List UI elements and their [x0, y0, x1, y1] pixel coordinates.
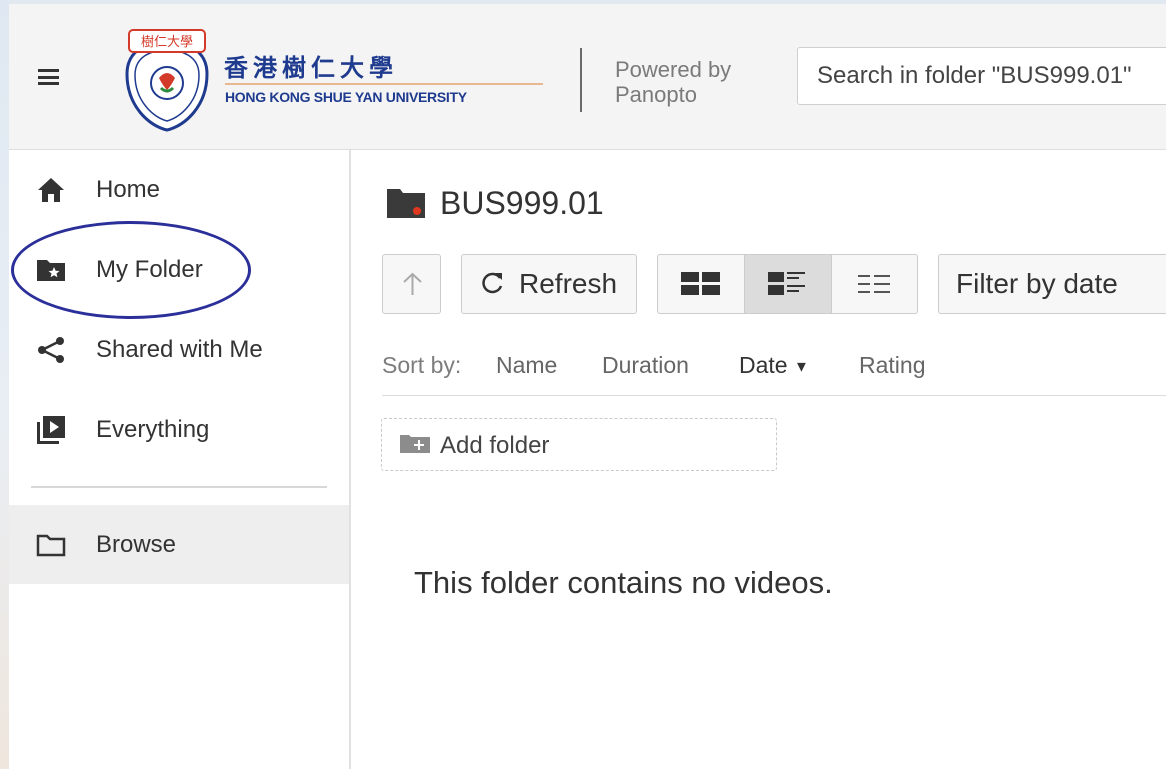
- logo-divider: [225, 83, 543, 85]
- sidebar-item-label: Everything: [96, 416, 210, 443]
- powered-by-line2: Panopto: [615, 82, 697, 107]
- filter-by-date-button[interactable]: Filter by date: [938, 254, 1166, 314]
- folder-plus-icon: [400, 435, 430, 453]
- svg-text:樹仁大學: 樹仁大學: [141, 35, 193, 50]
- filter-label: Filter by date: [956, 268, 1118, 299]
- refresh-label: Refresh: [519, 268, 618, 299]
- powered-by-text: Powered by Panopto: [615, 57, 765, 107]
- folder-title: BUS999.01: [440, 185, 604, 221]
- sidebar-item-label: Browse: [96, 530, 177, 558]
- empty-folder-message: This folder contains no videos.: [414, 565, 833, 600]
- sort-option-date-label: Date: [739, 352, 788, 378]
- refresh-button[interactable]: Refresh: [461, 254, 637, 314]
- header-separator: [580, 48, 582, 112]
- folder-icon: [387, 189, 425, 218]
- grid-icon: [681, 272, 720, 295]
- sidebar-item-everything[interactable]: Everything: [9, 401, 349, 459]
- sidebar-item-browse[interactable]: Browse: [9, 505, 349, 584]
- sidebar-divider: [31, 486, 327, 488]
- detail-list-icon: [768, 272, 805, 295]
- arrow-up-icon: [403, 272, 422, 295]
- view-toggle-group: [657, 254, 918, 314]
- search-input[interactable]: [797, 47, 1166, 105]
- sidebar-item-label: Shared with Me: [96, 336, 263, 363]
- powered-by-line1: Powered by: [615, 57, 732, 82]
- video-library-icon: [37, 416, 65, 444]
- sort-option-rating[interactable]: Rating: [859, 352, 925, 379]
- sidebar: Home My Folder Shared with Me Everything…: [9, 150, 349, 769]
- sidebar-item-label: Home: [96, 176, 161, 203]
- sidebar-item-home[interactable]: Home: [9, 161, 349, 219]
- sort-option-name[interactable]: Name: [496, 352, 557, 379]
- refresh-icon: [482, 272, 503, 294]
- caret-down-icon: ▼: [793, 358, 809, 376]
- university-crest-icon: 樹仁大學: [125, 29, 209, 132]
- thumbnail-view-button[interactable]: [658, 255, 745, 313]
- sidebar-border: [349, 150, 351, 769]
- sidebar-item-label: My Folder: [96, 256, 203, 283]
- folder-star-icon: [37, 260, 65, 281]
- list-view-button[interactable]: [832, 255, 917, 313]
- window-left-edge: [0, 0, 9, 769]
- list-icon: [858, 275, 890, 293]
- share-icon: [38, 337, 64, 363]
- sidebar-item-shared-with-me[interactable]: Shared with Me: [9, 321, 349, 379]
- sort-label: Sort by:: [382, 352, 462, 378]
- menu-icon[interactable]: [38, 69, 59, 85]
- university-chinese-name: 香港樹仁大學: [224, 53, 398, 82]
- add-folder-button[interactable]: Add folder: [381, 418, 777, 471]
- add-folder-label: Add folder: [440, 432, 550, 459]
- up-button[interactable]: [382, 254, 441, 314]
- sort-divider: [382, 395, 1166, 396]
- sidebar-item-my-folder[interactable]: My Folder: [9, 241, 349, 299]
- sort-option-duration[interactable]: Duration: [602, 352, 689, 379]
- sort-option-date[interactable]: Date ▼: [739, 352, 809, 379]
- university-english-name: HONG KONG SHUE YAN UNIVERSITY: [225, 89, 467, 105]
- home-icon: [38, 178, 64, 202]
- detail-view-button[interactable]: [745, 255, 832, 313]
- folder-outline-icon: [36, 534, 66, 556]
